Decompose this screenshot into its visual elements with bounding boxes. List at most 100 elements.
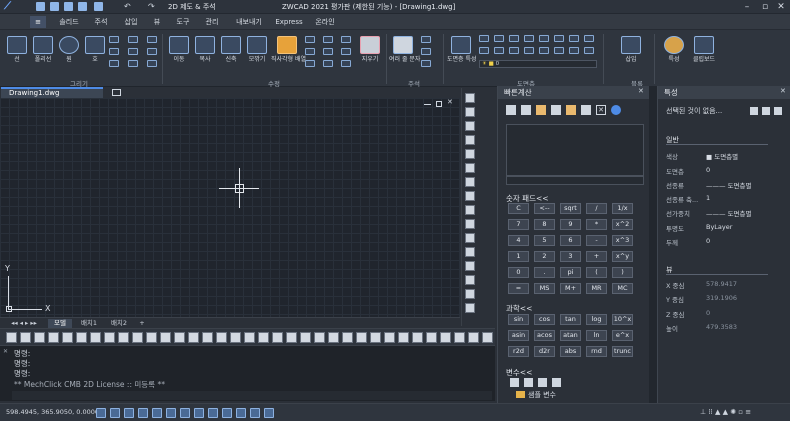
calc-button[interactable]: asin [508,330,529,341]
layer-properties-button[interactable]: 도면층 특성 [447,34,477,72]
snap-tool-icon[interactable] [468,332,479,343]
settings-icon[interactable] [264,408,274,418]
extend-icon[interactable] [323,60,333,67]
viewport-restore-icon[interactable] [436,101,442,107]
dimension-icon[interactable] [421,36,431,43]
general-section-header[interactable]: 일반 [666,136,768,145]
delete-icon[interactable]: ✕ [596,105,606,115]
explode-icon[interactable] [341,36,351,43]
snap-tool-icon[interactable] [48,332,59,343]
calc-button[interactable]: pi [560,267,581,278]
scientific-section-title[interactable]: 과학<< [506,303,532,314]
snap-tool-icon[interactable] [188,332,199,343]
snap-toggle-icon[interactable] [96,408,106,418]
region-icon[interactable] [128,60,138,67]
tab-layout1[interactable]: 배치1 [76,319,102,328]
selection-cycling-icon[interactable] [222,408,232,418]
table-insert-icon[interactable] [421,60,431,67]
chamfer-icon[interactable] [341,48,351,55]
app-logo-icon[interactable]: ⟋ [4,1,20,13]
ellipse-icon[interactable] [109,60,119,67]
close-icon[interactable]: ✕ [638,87,644,95]
close-icon[interactable]: ✕ [780,87,786,95]
calc-button[interactable]: 3 [560,251,581,262]
calc-button[interactable]: <-- [534,203,555,214]
calc-button[interactable]: / [586,203,607,214]
line-button[interactable]: 선 [3,34,31,72]
snap-tool-icon[interactable] [440,332,451,343]
arc-button[interactable]: 호 [81,34,109,72]
leader-icon[interactable] [421,48,431,55]
distance-icon[interactable] [551,105,561,115]
close-icon[interactable]: ✕ [3,348,8,355]
calc-button[interactable]: rnd [586,346,607,357]
calc-button[interactable]: 6 [560,235,581,246]
tool-icon[interactable] [465,219,475,229]
save-as-icon[interactable] [78,2,87,11]
snap-tool-icon[interactable] [202,332,213,343]
tool-icon[interactable] [465,303,475,313]
snap-tool-icon[interactable] [482,332,493,343]
snap-tool-icon[interactable] [6,332,17,343]
print-icon[interactable] [94,2,103,11]
angle-icon[interactable] [566,105,576,115]
calc-button[interactable]: * [586,219,607,230]
close-icon[interactable]: ✕ [772,0,790,14]
layer-tool-icon[interactable] [494,35,504,42]
tool-icon[interactable] [465,135,475,145]
calc-button[interactable]: cos [534,314,555,325]
layer-tool-icon[interactable] [509,47,519,54]
snap-tool-icon[interactable] [230,332,241,343]
trim-icon[interactable] [305,48,315,55]
fillet-button[interactable]: 모깎기 [243,34,271,72]
tool-icon[interactable] [465,93,475,103]
calc-button[interactable]: 10^x [612,314,633,325]
property-value[interactable]: 1 [706,194,710,202]
tab-annotate[interactable]: 주석 [90,16,112,28]
calc-button[interactable]: e^x [612,330,633,341]
calc-button[interactable]: = [508,283,529,294]
calc-button[interactable]: x^3 [612,235,633,246]
circle-button[interactable]: 원 [55,34,83,72]
hatch-icon[interactable] [109,48,119,55]
calc-button[interactable]: . [534,267,555,278]
tool-icon[interactable] [465,191,475,201]
tool-icon[interactable] [465,247,475,257]
snap-tool-icon[interactable] [146,332,157,343]
calc-button[interactable]: acos [534,330,555,341]
minimize-icon[interactable]: – [738,0,756,14]
erase-button[interactable]: 지우기 [356,34,384,72]
workspace-selector[interactable]: 2D 제도 & 주석 [168,1,216,13]
pickadd-icon[interactable] [774,107,782,115]
viewport-close-icon[interactable]: ✕ [447,98,453,106]
snap-tool-icon[interactable] [132,332,143,343]
snap-tool-icon[interactable] [300,332,311,343]
property-value[interactable]: 0 [706,237,710,245]
layer-tool-icon[interactable] [494,47,504,54]
tab-home-icon[interactable]: ≡ [30,16,46,28]
point-icon[interactable] [128,48,138,55]
calc-button[interactable]: 0 [508,267,529,278]
properties-button[interactable]: 특성 [660,34,688,72]
tab-insert[interactable]: 삽입 [120,16,142,28]
tab-export[interactable]: 내보내기 [231,16,267,28]
calc-button[interactable]: ) [612,267,633,278]
redo-icon[interactable]: ↷ [148,2,157,11]
tool-icon[interactable] [465,107,475,117]
snap-tool-icon[interactable] [62,332,73,343]
snap-tool-icon[interactable] [174,332,185,343]
snap-tool-icon[interactable] [104,332,115,343]
snap-tool-icon[interactable] [356,332,367,343]
tool-icon[interactable] [465,233,475,243]
new-icon[interactable] [36,2,45,11]
layout-nav-icon[interactable]: ◂◂ ◂ ▸ ▸▸ [4,319,44,328]
move-button[interactable]: 이동 [165,34,193,72]
view-section-header[interactable]: 뷰 [666,266,768,275]
clipboard-button[interactable]: 클립보드 [690,34,718,72]
drawing-canvas[interactable]: ✕ Y X [0,98,460,317]
annotation-scale-icon[interactable] [236,408,246,418]
layer-tool-icon[interactable] [554,35,564,42]
undo-icon[interactable]: ↶ [124,2,133,11]
snap-tool-icon[interactable] [370,332,381,343]
variable-tree-item[interactable]: 샘플 변수 [528,390,556,400]
